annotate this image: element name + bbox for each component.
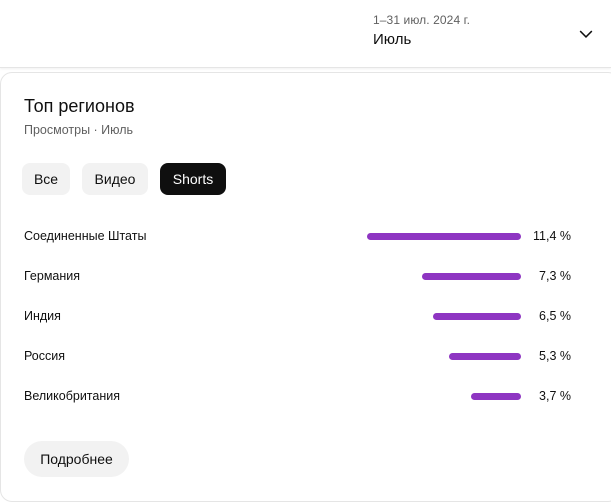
region-percent: 5,3 % xyxy=(539,349,571,363)
region-percent: 7,3 % xyxy=(539,269,571,283)
region-bar xyxy=(433,313,521,320)
region-bar xyxy=(471,393,521,400)
region-name: Россия xyxy=(24,349,65,363)
region-bar xyxy=(422,273,521,280)
region-row: Соединенные Штаты 11,4 % xyxy=(24,227,584,247)
region-row: Германия 7,3 % xyxy=(24,267,584,287)
chip-all[interactable]: Все xyxy=(22,163,70,195)
region-name: Великобритания xyxy=(24,389,120,403)
top-bar: 1–31 июл. 2024 г. Июль xyxy=(0,0,611,68)
chip-shorts[interactable]: Shorts xyxy=(160,163,226,195)
region-row: Индия 6,5 % xyxy=(24,307,584,327)
card-title: Топ регионов xyxy=(24,96,135,116)
region-bar xyxy=(449,353,521,360)
region-name: Германия xyxy=(24,269,81,283)
region-percent: 3,7 % xyxy=(539,389,571,403)
region-name: Соединенные Штаты xyxy=(24,229,147,243)
more-button[interactable]: Подробнее xyxy=(24,441,129,477)
region-name: Индия xyxy=(24,309,61,323)
period-selector[interactable]: 1–31 июл. 2024 г. Июль xyxy=(350,0,611,68)
period-range: 1–31 июл. 2024 г. xyxy=(373,13,471,27)
region-percent: 11,4 % xyxy=(533,229,571,243)
chevron-down-icon[interactable] xyxy=(576,24,596,44)
region-bar xyxy=(367,233,521,240)
card-subtitle: Просмотры · Июль xyxy=(24,123,134,137)
region-row: Великобритания 3,7 % xyxy=(24,387,584,407)
region-percent: 6,5 % xyxy=(539,309,571,323)
region-row: Россия 5,3 % xyxy=(24,347,584,367)
period-name: Июль xyxy=(373,31,412,48)
chip-video[interactable]: Видео xyxy=(82,163,148,195)
